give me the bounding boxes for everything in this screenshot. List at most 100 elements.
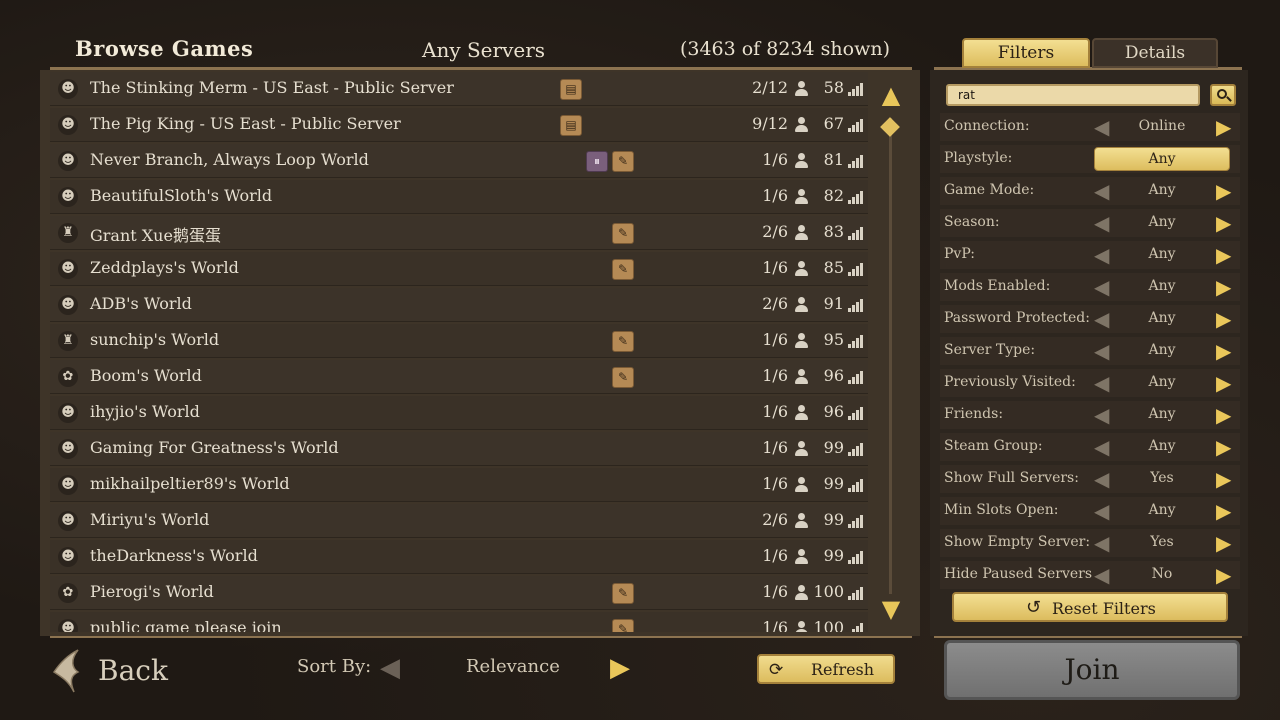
filter-prev-arrow-icon[interactable]: ◀ bbox=[1094, 305, 1109, 333]
filter-next-arrow-icon[interactable]: ▶ bbox=[1216, 337, 1231, 365]
server-scope-label: Any Servers bbox=[422, 38, 546, 62]
server-row[interactable]: ☻ Zeddplays's World ✎ 1/6 85 bbox=[50, 252, 868, 286]
filter-next-arrow-icon[interactable]: ▶ bbox=[1216, 465, 1231, 493]
tab-filters[interactable]: Filters bbox=[962, 38, 1090, 68]
filter-prev-arrow-icon[interactable]: ◀ bbox=[1094, 113, 1109, 141]
mods-icon: ✎ bbox=[612, 151, 634, 172]
robot-icon: ♜ bbox=[58, 331, 78, 351]
filter-next-arrow-icon[interactable]: ▶ bbox=[1216, 433, 1231, 461]
filter-row[interactable]: Season: ◀ Any ▶ bbox=[940, 209, 1240, 237]
filter-row[interactable]: Min Slots Open: ◀ Any ▶ bbox=[940, 497, 1240, 525]
filter-next-arrow-icon[interactable]: ▶ bbox=[1216, 497, 1231, 525]
server-row[interactable]: ☻ Miriyu's World 2/6 99 bbox=[50, 504, 868, 538]
filter-prev-arrow-icon[interactable]: ◀ bbox=[1094, 465, 1109, 493]
filter-next-arrow-icon[interactable]: ▶ bbox=[1216, 177, 1231, 205]
filter-row[interactable]: PvP: ◀ Any ▶ bbox=[940, 241, 1240, 269]
character-icon: ☻ bbox=[58, 619, 78, 632]
filter-row[interactable]: Friends: ◀ Any ▶ bbox=[940, 401, 1240, 429]
filter-row[interactable]: Server Type: ◀ Any ▶ bbox=[940, 337, 1240, 365]
filter-next-arrow-icon[interactable]: ▶ bbox=[1216, 401, 1231, 429]
sort-prev-arrow-icon[interactable]: ◀ bbox=[380, 652, 400, 684]
ping-value: 81 bbox=[823, 150, 844, 169]
filter-row[interactable]: Connection: ◀ Online ▶ bbox=[940, 113, 1240, 141]
filter-next-arrow-icon[interactable]: ▶ bbox=[1216, 273, 1231, 301]
person-icon bbox=[794, 477, 810, 493]
person-icon bbox=[794, 225, 810, 241]
server-row[interactable]: ☻ BeautifulSloth's World 1/6 82 bbox=[50, 180, 868, 214]
search-input[interactable]: rat bbox=[946, 84, 1200, 106]
filter-prev-arrow-icon[interactable]: ◀ bbox=[1094, 241, 1109, 269]
back-button[interactable]: Back bbox=[44, 642, 174, 702]
join-button[interactable]: Join bbox=[944, 640, 1240, 700]
player-count: 1/6 bbox=[762, 258, 788, 277]
filter-row[interactable]: Show Full Servers: ◀ Yes ▶ bbox=[940, 465, 1240, 493]
filter-prev-arrow-icon[interactable]: ◀ bbox=[1094, 433, 1109, 461]
server-row[interactable]: ♜ Grant Xue鹅蛋蛋 ✎ 2/6 83 bbox=[50, 216, 868, 250]
filter-next-arrow-icon[interactable]: ▶ bbox=[1216, 209, 1231, 237]
server-row[interactable]: ♜ sunchip's World ✎ 1/6 95 bbox=[50, 324, 868, 358]
filter-row[interactable]: Hide Paused Servers ◀ No ▶ bbox=[940, 561, 1240, 589]
robot-icon: ♜ bbox=[58, 223, 78, 243]
season-icon: ▤ bbox=[560, 115, 582, 136]
filter-row[interactable]: Mods Enabled: ◀ Any ▶ bbox=[940, 273, 1240, 301]
filter-row[interactable]: Password Protected: ◀ Any ▶ bbox=[940, 305, 1240, 333]
season-icon: ▤ bbox=[560, 79, 582, 100]
filter-row[interactable]: Game Mode: ◀ Any ▶ bbox=[940, 177, 1240, 205]
flower-icon: ✿ bbox=[58, 583, 78, 603]
server-row[interactable]: ☻ The Pig King - US East - Public Server ▤… bbox=[50, 108, 868, 142]
filter-next-arrow-icon[interactable]: ▶ bbox=[1216, 113, 1231, 141]
signal-bars-icon bbox=[848, 586, 864, 600]
filter-prev-arrow-icon[interactable]: ◀ bbox=[1094, 177, 1109, 205]
scroll-up-arrow-icon[interactable]: ▲ bbox=[876, 82, 906, 108]
scroll-down-arrow-icon[interactable]: ▼ bbox=[876, 596, 906, 622]
filter-next-arrow-icon[interactable]: ▶ bbox=[1216, 241, 1231, 269]
server-row[interactable]: ☻ Never Branch, Always Loop World ⏸ ✎ 1/6 81 bbox=[50, 144, 868, 178]
filter-prev-arrow-icon[interactable]: ◀ bbox=[1094, 401, 1109, 429]
ping-value: 96 bbox=[823, 402, 844, 421]
player-count: 2/6 bbox=[762, 222, 788, 241]
server-row[interactable]: ☻ ADB's World 2/6 91 bbox=[50, 288, 868, 322]
server-row[interactable]: ☻ public game please join ✎ 1/6 100 bbox=[50, 612, 868, 632]
server-row[interactable]: ☻ ihyjio's World 1/6 96 bbox=[50, 396, 868, 430]
filter-row[interactable]: Playstyle: Any bbox=[940, 145, 1240, 173]
filter-value: Any bbox=[1148, 342, 1176, 358]
ping-value: 58 bbox=[823, 78, 844, 97]
scrollbar-thumb[interactable] bbox=[880, 117, 900, 137]
paused-icon: ⏸ bbox=[586, 151, 608, 172]
person-icon bbox=[794, 261, 810, 277]
tab-details[interactable]: Details bbox=[1092, 38, 1218, 68]
server-row[interactable]: ☻ Gaming For Greatness's World 1/6 99 bbox=[50, 432, 868, 466]
filter-next-arrow-icon[interactable]: ▶ bbox=[1216, 529, 1231, 557]
person-icon bbox=[794, 621, 810, 632]
filter-prev-arrow-icon[interactable]: ◀ bbox=[1094, 337, 1109, 365]
filter-row[interactable]: Steam Group: ◀ Any ▶ bbox=[940, 433, 1240, 461]
filter-next-arrow-icon[interactable]: ▶ bbox=[1216, 305, 1231, 333]
filter-prev-arrow-icon[interactable]: ◀ bbox=[1094, 497, 1109, 525]
server-row[interactable]: ☻ mikhailpeltier89's World 1/6 99 bbox=[50, 468, 868, 502]
search-button[interactable] bbox=[1210, 84, 1236, 106]
reset-filters-button[interactable]: ↺ Reset Filters bbox=[952, 592, 1228, 622]
filter-row[interactable]: Previously Visited: ◀ Any ▶ bbox=[940, 369, 1240, 397]
filter-prev-arrow-icon[interactable]: ◀ bbox=[1094, 209, 1109, 237]
player-count: 1/6 bbox=[762, 546, 788, 565]
back-arrow-icon bbox=[52, 649, 80, 693]
filter-value: Online bbox=[1138, 118, 1186, 134]
filter-prev-arrow-icon[interactable]: ◀ bbox=[1094, 561, 1109, 589]
server-list[interactable]: ☻ The Stinking Merm - US East - Public Se… bbox=[50, 72, 868, 632]
filter-prev-arrow-icon[interactable]: ◀ bbox=[1094, 529, 1109, 557]
filter-value: Any bbox=[1148, 214, 1176, 230]
filter-next-arrow-icon[interactable]: ▶ bbox=[1216, 561, 1231, 589]
filter-next-arrow-icon[interactable]: ▶ bbox=[1216, 369, 1231, 397]
server-row[interactable]: ☻ theDarkness's World 1/6 99 bbox=[50, 540, 868, 574]
person-icon bbox=[794, 585, 810, 601]
person-icon bbox=[794, 513, 810, 529]
refresh-button[interactable]: ⟳ Refresh bbox=[757, 654, 895, 684]
scrollbar-track[interactable] bbox=[889, 118, 892, 594]
filter-row[interactable]: Show Empty Server: ◀ Yes ▶ bbox=[940, 529, 1240, 557]
filter-prev-arrow-icon[interactable]: ◀ bbox=[1094, 273, 1109, 301]
filter-prev-arrow-icon[interactable]: ◀ bbox=[1094, 369, 1109, 397]
sort-next-arrow-icon[interactable]: ▶ bbox=[610, 652, 630, 684]
server-row[interactable]: ☻ The Stinking Merm - US East - Public Se… bbox=[50, 72, 868, 106]
server-row[interactable]: ✿ Boom's World ✎ 1/6 96 bbox=[50, 360, 868, 394]
server-row[interactable]: ✿ Pierogi's World ✎ 1/6 100 bbox=[50, 576, 868, 610]
